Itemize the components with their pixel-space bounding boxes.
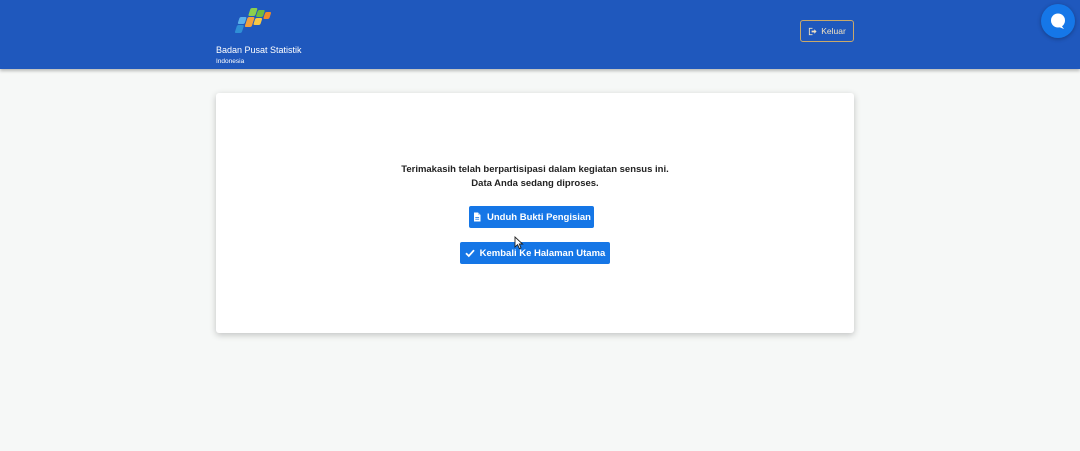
chat-button[interactable]: [1041, 4, 1075, 38]
confirmation-card: Terimakasih telah berpartisipasi dalam k…: [216, 93, 854, 333]
back-to-home-label: Kembali Ke Halaman Utama: [479, 247, 606, 259]
mouse-cursor-icon: [514, 236, 524, 250]
sign-out-icon: [809, 27, 817, 35]
processing-text: Data Anda sedang diproses.: [471, 178, 599, 189]
chat-bubble-icon: [1051, 13, 1065, 29]
top-navbar: Badan Pusat Statistik Indonesia Keluar: [0, 0, 1080, 69]
download-proof-button[interactable]: Unduh Bukti Pengisian: [469, 206, 594, 228]
thank-you-text: Terimakasih telah berpartisipasi dalam k…: [401, 164, 669, 175]
logout-label: Keluar: [821, 26, 846, 36]
org-country: Indonesia: [216, 58, 245, 65]
download-proof-label: Unduh Bukti Pengisian: [487, 211, 591, 223]
org-name: Badan Pusat Statistik: [216, 45, 302, 55]
bps-logo[interactable]: Badan Pusat Statistik Indonesia: [216, 4, 336, 65]
check-icon: [465, 249, 475, 258]
confirmation-message: Terimakasih telah berpartisipasi dalam k…: [216, 163, 854, 191]
logout-button[interactable]: Keluar: [800, 20, 854, 42]
bps-logo-icon: [234, 8, 271, 33]
file-icon: [474, 212, 481, 222]
back-to-home-button[interactable]: Kembali Ke Halaman Utama: [460, 242, 610, 264]
